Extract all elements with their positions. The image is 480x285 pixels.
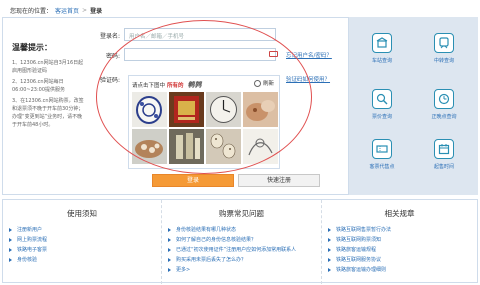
service-fare-query[interactable]: 票价查询 <box>359 89 405 120</box>
captcha-tile-red-box[interactable] <box>169 92 204 127</box>
rules-link[interactable]: 铁路旅客运输规程 <box>322 245 477 255</box>
captcha-tile-quail-eggs[interactable] <box>206 129 241 164</box>
service-transfer-query[interactable]: 中转查询 <box>421 33 467 64</box>
captcha-tile-bottles[interactable] <box>169 129 204 164</box>
rules-link[interactable]: 铁路互联网服务协议 <box>322 255 477 265</box>
rules-title: 相关规章 <box>384 209 415 218</box>
service-label: 中转查询 <box>433 58 454 64</box>
password-input[interactable] <box>124 48 276 61</box>
captcha-instruction: 请点击下图中 所有的 鹌鹑 <box>132 80 202 90</box>
captcha-tile-sketch[interactable] <box>243 129 278 164</box>
notice-link[interactable]: 注册新用户 <box>3 225 161 235</box>
service-label: 票价查询 <box>371 114 392 120</box>
keyboard-icon[interactable] <box>269 51 278 57</box>
station-icon <box>372 33 392 53</box>
service-label: 正晚点查询 <box>431 114 457 120</box>
faq-title: 购票常见问题 <box>219 209 264 218</box>
login-button[interactable]: 登录 <box>152 174 234 187</box>
captcha-image-grid <box>132 92 278 164</box>
tips-panel: 温馨提示： 1、12306.cn网站自3月16日起启用图形验证码 2、12306… <box>12 42 84 132</box>
captcha-tile-tray[interactable] <box>132 129 167 164</box>
breadcrumb-prefix: 您现在的位置： <box>10 7 53 15</box>
fare-icon <box>372 89 392 109</box>
sale-time-icon <box>434 139 454 159</box>
faq-link[interactable]: 已通过“初次使用证件”注册用户应如何添加常用联系人 <box>162 245 321 255</box>
rules-column: 相关规章 铁路互联网售票暂行办法 铁路互联网购票须知 铁路旅客运输规程 铁路互联… <box>321 200 477 284</box>
transfer-icon <box>434 33 454 53</box>
refresh-icon <box>253 79 261 87</box>
service-label: 起售时间 <box>433 164 454 170</box>
captcha-target-word: 鹌鹑 <box>187 80 202 89</box>
username-input[interactable]: 用户名／邮箱／手机号 <box>124 28 276 41</box>
info-section: 使用须知 注册新用户 网上购票流程 铁路电子客票 身份核验 购票常见问题 身份核… <box>2 199 478 284</box>
captcha-refresh-label: 刷新 <box>262 81 274 87</box>
notice-link[interactable]: 身份核验 <box>3 255 161 265</box>
rules-link[interactable]: 铁路互联网购票须知 <box>322 235 477 245</box>
service-sale-time[interactable]: 起售时间 <box>421 139 467 170</box>
faq-link[interactable]: 如何了解自己的身份信息核验结果？ <box>162 235 321 245</box>
breadcrumb-current: 登录 <box>90 7 103 15</box>
captcha-tile-vase[interactable] <box>132 92 167 127</box>
rules-link[interactable]: 铁路旅客运输办理细则 <box>322 265 477 275</box>
clock-icon <box>434 89 454 109</box>
service-station-query[interactable]: 车站查询 <box>359 33 405 64</box>
breadcrumb-separator: > <box>82 6 88 14</box>
captcha-widget: 请点击下图中 所有的 鹌鹑 刷新 <box>128 75 280 169</box>
rules-link[interactable]: 铁路互联网售票暂行办法 <box>322 225 477 235</box>
breadcrumb: 您现在的位置： 客运首页 > 登录 <box>10 5 102 15</box>
faq-link[interactable]: 购买采用未票后丢失了怎么办？ <box>162 255 321 265</box>
tips-title: 温馨提示： <box>12 43 52 52</box>
service-label: 客票代售点 <box>369 164 395 170</box>
captcha-refresh-button[interactable]: 刷新 <box>253 79 274 87</box>
service-ticket-agency[interactable]: 客票代售点 <box>359 139 405 170</box>
faq-more-link[interactable]: 更多> <box>162 265 321 275</box>
ticket-agency-icon <box>372 139 392 159</box>
service-panel: 车站查询 中转查询 票价查询 正晚点查询 客票代售点 起售时间 <box>348 17 478 195</box>
quick-register-button[interactable]: 快速注册 <box>238 174 320 187</box>
captcha-tile-clock[interactable] <box>206 92 241 127</box>
service-label: 车站查询 <box>371 58 392 64</box>
password-label: 密码: <box>105 53 120 60</box>
tip-item: 2、12306.cn网站每日06:00~23:00提供服务 <box>12 79 66 93</box>
captcha-label: 验证码: <box>99 77 120 84</box>
faq-column: 购票常见问题 身份核验结果有哪几种状态 如何了解自己的身份信息核验结果？ 已通过… <box>161 200 321 284</box>
captcha-instruction-keyword: 所有的 <box>167 83 184 89</box>
notice-column: 使用须知 注册新用户 网上购票流程 铁路电子客票 身份核验 <box>3 200 161 284</box>
captcha-instruction-prefix: 请点击下图中 <box>132 83 166 89</box>
tip-item: 1、12306.cn网站自3月16日起启用图形验证码 <box>12 60 84 74</box>
captcha-help-link[interactable]: 验证码如何使用？ <box>286 75 330 83</box>
username-label: 登录名: <box>99 33 120 40</box>
notice-link[interactable]: 铁路电子客票 <box>3 245 161 255</box>
notice-title: 使用须知 <box>67 209 97 218</box>
captcha-tile-food[interactable] <box>243 92 278 127</box>
service-delay-query[interactable]: 正晚点查询 <box>421 89 467 120</box>
faq-link[interactable]: 身份核验结果有哪几种状态 <box>162 225 321 235</box>
forgot-password-link[interactable]: 忘记用户名/密码？ <box>286 51 332 59</box>
notice-link[interactable]: 网上购票流程 <box>3 235 161 245</box>
breadcrumb-home-link[interactable]: 客运首页 <box>55 6 79 15</box>
tip-item: 3、在12306.cn网站购票，改签和退票须不晚于开车前30分钟；办理“变更到站… <box>12 98 84 128</box>
